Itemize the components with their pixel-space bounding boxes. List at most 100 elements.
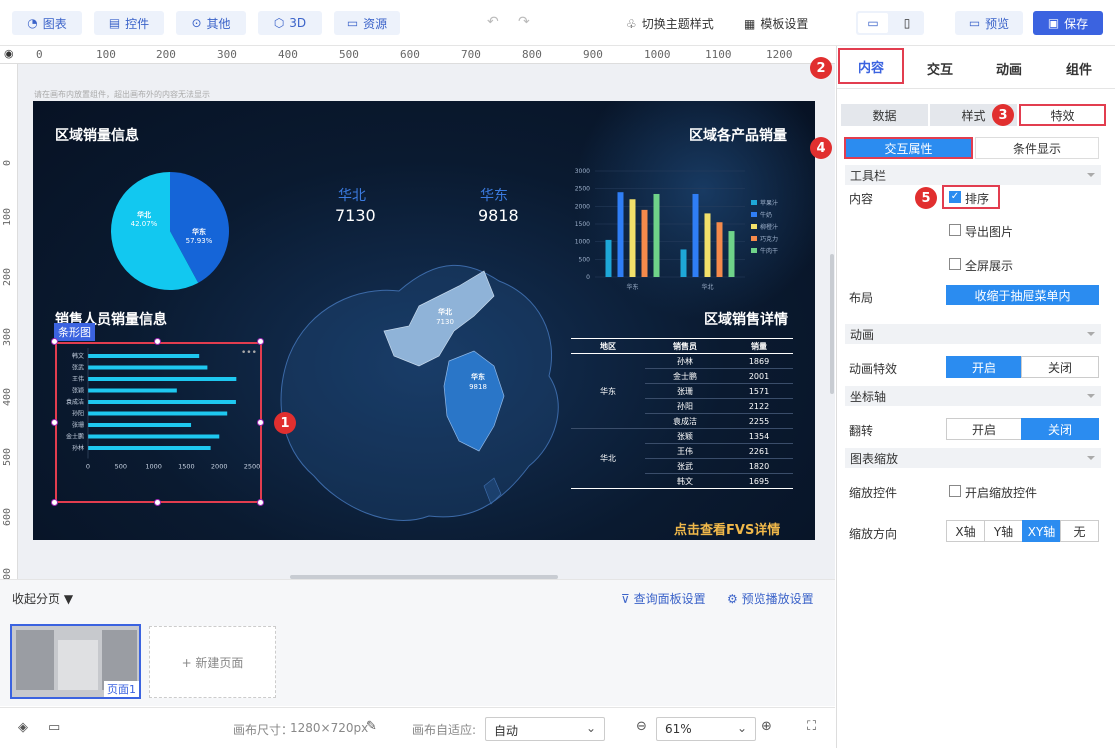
zoom-xy-button[interactable]: XY轴 — [1022, 520, 1061, 542]
resize-handle[interactable] — [51, 499, 58, 506]
template-settings-button[interactable]: ▦ 模板设置 — [744, 15, 808, 32]
anim-effect-label: 动画特效 — [849, 362, 898, 376]
section-chart-zoom[interactable]: 图表缩放 — [845, 448, 1101, 468]
table-cell: 2122 — [725, 398, 793, 414]
fit-screen-icon[interactable]: ⛶ — [807, 719, 816, 734]
switch-theme-button[interactable]: ♧ 切换主题样式 — [626, 15, 714, 32]
step-badge-4: 4 — [810, 137, 832, 159]
desktop-icon[interactable]: ▭ — [858, 13, 888, 33]
product-bar — [653, 193, 660, 277]
y-tick-label: 500 — [579, 256, 591, 263]
resource-button[interactable]: ▭ 资源 — [334, 11, 400, 35]
zoom-control-checkbox[interactable] — [949, 485, 961, 497]
redo-icon[interactable]: ↷ — [518, 14, 530, 30]
layout-select[interactable]: 收缩于抽屉菜单内 — [946, 285, 1099, 305]
more-options-icon[interactable]: ••• — [241, 348, 257, 358]
ruler-top: ◉ 0 100 200 300 400 500 600 700 800 900 … — [0, 46, 835, 64]
table-header: 地区 — [571, 338, 645, 354]
dashboard-canvas[interactable]: 区域销量信息 区域各产品销量 销售人员销量信息 区域销售详情 华北 42.07%… — [33, 101, 815, 540]
step-badge-5: 5 — [915, 187, 937, 209]
subtab-effect[interactable]: 特效 — [1019, 104, 1106, 126]
export-image-checkbox[interactable] — [949, 224, 961, 236]
tab-interact[interactable]: 交互 — [906, 50, 974, 86]
ruler-tick: 300 — [2, 327, 13, 346]
fullscreen-checkbox[interactable] — [949, 258, 961, 270]
save-button[interactable]: ▣ 保存 — [1033, 11, 1103, 35]
preview-button[interactable]: ▭ 预览 — [955, 11, 1023, 35]
other-button[interactable]: ⊙ 其他 — [176, 11, 246, 35]
resize-handle[interactable] — [51, 419, 58, 426]
ruler-left: 0 100 200 300 400 500 600 700 — [0, 64, 18, 586]
table-header: 销量 — [725, 338, 793, 354]
ruler-tick: 800 — [522, 48, 542, 61]
flip-on-button[interactable]: 开启 — [946, 418, 1022, 440]
selected-bar-chart-frame[interactable]: 韩文 张武 王伟 张颖 袁成洁 孙阳 张珊 金士鹏 孙林 0 500 1000 1500 2000 2500… — [55, 342, 262, 503]
zoom-select[interactable]: 61% ⌄ — [656, 717, 756, 741]
tab-component[interactable]: 组件 — [1044, 50, 1114, 86]
query-panel-settings[interactable]: ⊽ 查询面板设置 — [621, 590, 706, 607]
salesperson-bar-chart[interactable]: 韩文张武王伟张颖袁成洁孙阳张珊金士鹏孙林 0 500 1000 1500 2000 2500 — [57, 344, 260, 501]
theme-icon: ♧ — [626, 16, 637, 31]
salesperson-bar — [88, 377, 237, 381]
widget-button[interactable]: ▤ 控件 — [94, 11, 164, 35]
flip-off-button[interactable]: 关闭 — [1021, 418, 1099, 440]
save-label: 保存 — [1064, 16, 1089, 31]
table-cell: 2255 — [725, 413, 793, 429]
section-animation[interactable]: 动画 — [845, 324, 1101, 344]
zoom-y-button[interactable]: Y轴 — [984, 520, 1023, 542]
ruler-tick: 400 — [278, 48, 298, 61]
tab-content[interactable]: 内容 — [838, 48, 904, 84]
thumb-block — [16, 630, 54, 690]
new-page-button[interactable]: + 新建页面 — [149, 626, 276, 698]
ruler-tick: 600 — [2, 507, 13, 526]
table-region-cell: 华东 — [571, 353, 645, 429]
resize-handle[interactable] — [51, 338, 58, 345]
canvas-size-value: 1280×720px — [290, 721, 369, 735]
resize-handle[interactable] — [257, 419, 264, 426]
eye-icon[interactable]: ◉ — [4, 47, 14, 60]
anim-off-button[interactable]: 关闭 — [1021, 356, 1099, 378]
china-map[interactable]: 华北 7130 华东 9818 — [269, 246, 579, 536]
page-thumbnail-1[interactable]: 页面1 — [10, 624, 141, 699]
top-toolbar: ◔ 图表 ▤ 控件 ⊙ 其他 ⬡ 3D ▭ 资源 ↶ ↷ ♧ 切换主题样式 ▦ 模板设置 ▭ … — [0, 0, 1115, 46]
tab-animation[interactable]: 动画 — [975, 50, 1043, 86]
collapse-pages-button[interactable]: 收起分页 ▼ — [12, 590, 73, 607]
resize-handle[interactable] — [257, 338, 264, 345]
subtab-data[interactable]: 数据 — [841, 104, 928, 126]
chart-button[interactable]: ◔ 图表 — [12, 11, 82, 35]
ruler-tick: 900 — [583, 48, 603, 61]
product-bar-chart[interactable]: 0 500 1000 1500 2000 2500 3000 华东 华北 苹果汁牛奶柳橙汁巧克力… — [559, 165, 784, 295]
canvas-adapt-select[interactable]: 自动 ⌄ — [485, 717, 605, 741]
section-toolbar[interactable]: 工具栏 — [845, 165, 1101, 185]
sort-checkbox[interactable]: ✓ — [949, 191, 961, 203]
ruler-tick: 500 — [2, 447, 13, 466]
anim-on-button[interactable]: 开启 — [946, 356, 1022, 378]
zoom-direction-label: 缩放方向 — [849, 527, 898, 541]
resize-handle[interactable] — [154, 499, 161, 506]
region-pie-chart[interactable]: 华北 42.07% 华东 57.93% — [109, 170, 231, 292]
zoom-none-button[interactable]: 无 — [1060, 520, 1099, 542]
title-product-sales: 区域各产品销量 — [689, 128, 787, 144]
subtab-interact-props[interactable]: 交互属性 — [844, 137, 973, 159]
zoom-in-icon[interactable]: ⊕ — [761, 719, 772, 734]
resize-handle[interactable] — [154, 338, 161, 345]
zoom-x-button[interactable]: X轴 — [946, 520, 985, 542]
layers-icon[interactable]: ◈ — [18, 720, 28, 735]
table-cell: 王伟 — [645, 443, 726, 459]
table-cell: 1354 — [725, 428, 793, 444]
resize-handle[interactable] — [257, 499, 264, 506]
keyboard-icon[interactable]: ▭ — [48, 720, 60, 735]
section-axis[interactable]: 坐标轴 — [845, 386, 1101, 406]
mobile-icon[interactable]: ▯ — [892, 13, 922, 33]
zoom-out-icon[interactable]: ⊖ — [636, 719, 647, 734]
undo-icon[interactable]: ↶ — [487, 14, 499, 30]
save-icon: ▣ — [1047, 16, 1060, 30]
fvs-detail-link[interactable]: 点击查看FVS详情 — [674, 519, 780, 538]
edit-icon[interactable]: ✎ — [366, 719, 377, 734]
filter-icon: ⊽ — [621, 592, 630, 606]
vertical-scrollbar[interactable] — [830, 254, 834, 394]
product-bar — [641, 209, 648, 277]
3d-button[interactable]: ⬡ 3D — [258, 11, 322, 35]
subtab-condition-display[interactable]: 条件显示 — [975, 137, 1099, 159]
preview-play-settings[interactable]: ⚙ 预览播放设置 — [727, 590, 814, 607]
